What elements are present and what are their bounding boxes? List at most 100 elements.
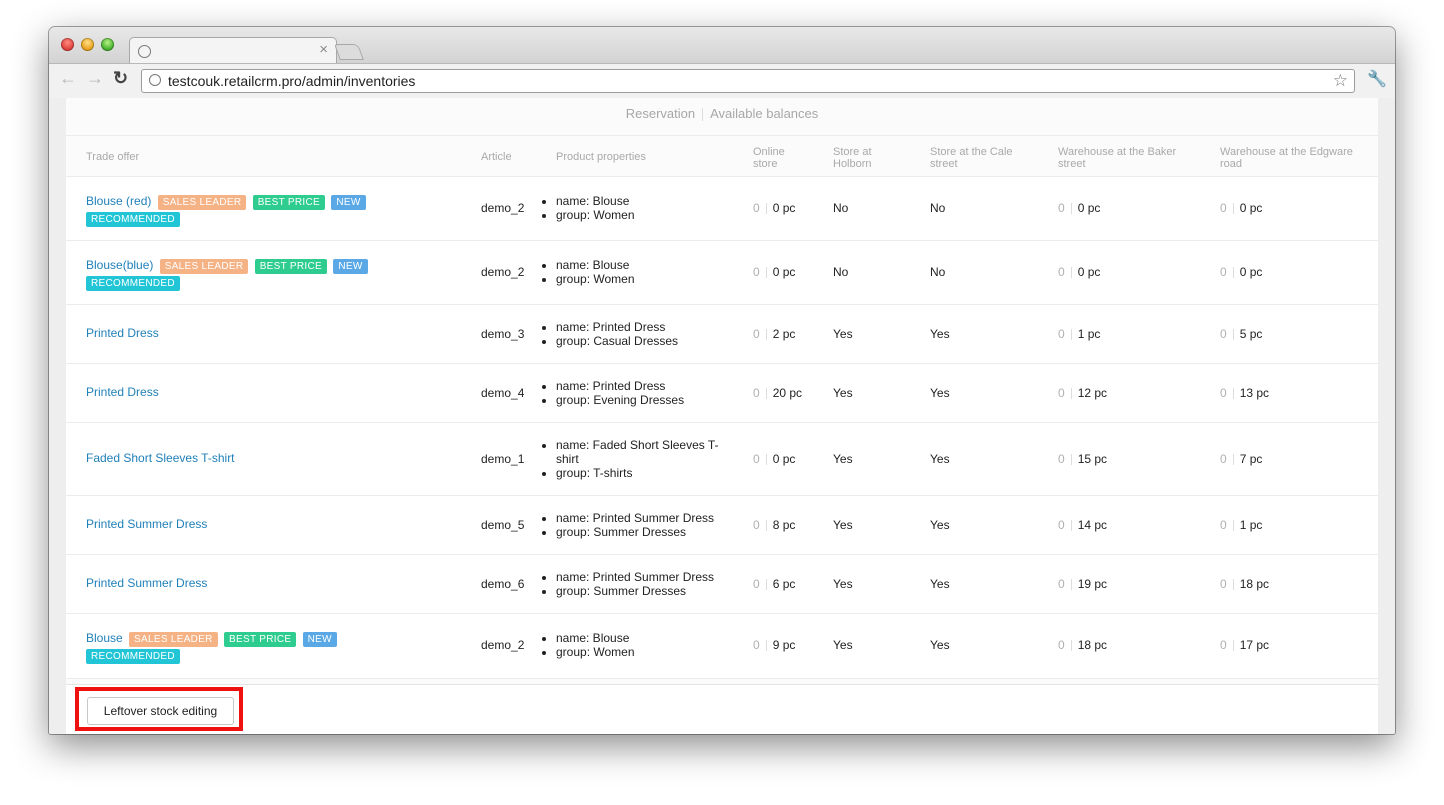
property-name: name: Printed Summer Dress (556, 570, 736, 584)
reserved-count: 0 (1058, 577, 1065, 591)
online-store-stock: 0 0 pc (753, 201, 795, 215)
holborn-availability: No (833, 265, 849, 279)
property-group: group: Summer Dresses (556, 525, 736, 539)
col-product-properties: Product properties (556, 151, 646, 163)
reserved-count: 0 (753, 518, 760, 532)
edgware-stock: 0 1 pc (1220, 518, 1262, 532)
online-store-stock: 0 8 pc (753, 518, 795, 532)
close-window-button[interactable] (61, 38, 74, 51)
trade-offer-link[interactable]: Blouse(blue) (86, 258, 153, 272)
table-row: Blouse(blue) SALES LEADER BEST PRICE NEW… (66, 241, 1378, 305)
available-count: 2 pc (772, 327, 796, 341)
product-properties: name: Printed Summer Dress group: Summer… (540, 570, 736, 598)
online-store-stock: 0 0 pc (753, 265, 795, 279)
table-row: Printed Dress demo_4 name: Printed Dress… (66, 364, 1378, 423)
reserved-count: 0 (1220, 452, 1227, 466)
reserved-count: 0 (1058, 518, 1065, 532)
trade-offer-link[interactable]: Faded Short Sleeves T-shirt (86, 451, 235, 465)
view-tabs: Reservation Available balances (66, 98, 1378, 136)
badge-recommended: RECOMMENDED (86, 276, 180, 291)
badge-best-price: BEST PRICE (224, 632, 297, 647)
edgware-stock: 0 13 pc (1220, 386, 1269, 400)
reserved-count: 0 (1058, 386, 1065, 400)
property-name: name: Blouse (556, 258, 736, 272)
property-group: group: Women (556, 645, 736, 659)
available-count: 19 pc (1077, 577, 1108, 591)
trade-offer-link[interactable]: Printed Summer Dress (86, 576, 207, 590)
available-count: 12 pc (1077, 386, 1108, 400)
reserved-count: 0 (1220, 638, 1227, 652)
available-count: 9 pc (772, 638, 796, 652)
baker-stock: 0 15 pc (1058, 452, 1107, 466)
table-row: Blouse SALES LEADER BEST PRICE NEW RECOM… (66, 614, 1378, 679)
available-count: 0 pc (1239, 265, 1263, 279)
reserved-count: 0 (1220, 327, 1227, 341)
reserved-count: 0 (1058, 638, 1065, 652)
reserved-count: 0 (1220, 518, 1227, 532)
property-name: name: Printed Dress (556, 320, 736, 334)
table-row: Printed Summer Dress demo_5 name: Printe… (66, 496, 1378, 555)
trade-offer-link[interactable]: Blouse (red) (86, 194, 151, 208)
table-row: Faded Short Sleeves T-shirt demo_1 name:… (66, 423, 1378, 496)
trade-offer-cell: Blouse(blue) SALES LEADER BEST PRICE NEW… (86, 257, 416, 291)
back-arrow-icon[interactable]: ← (59, 68, 77, 89)
online-store-stock: 0 2 pc (753, 327, 795, 341)
badge-recommended: RECOMMENDED (86, 212, 180, 227)
available-count: 6 pc (772, 577, 796, 591)
property-group: group: T-shirts (556, 466, 736, 480)
reserved-count: 0 (1058, 327, 1065, 341)
reserved-count: 0 (753, 201, 760, 215)
property-name: name: Printed Summer Dress (556, 511, 736, 525)
trade-offer-cell: Faded Short Sleeves T-shirt (86, 451, 235, 465)
col-online-store: Online store (753, 146, 785, 170)
property-name: name: Printed Dress (556, 379, 736, 393)
tab-reservation[interactable]: Reservation (626, 106, 695, 121)
table-row: Printed Dress demo_3 name: Printed Dress… (66, 305, 1378, 364)
trade-offer-link[interactable]: Printed Dress (86, 326, 159, 340)
reserved-count: 0 (753, 452, 760, 466)
trade-offer-link[interactable]: Printed Summer Dress (86, 517, 207, 531)
online-store-stock: 0 9 pc (753, 638, 795, 652)
col-trade-offer: Trade offer (86, 151, 140, 163)
tab-divider (702, 108, 704, 122)
new-tab-button[interactable] (334, 44, 364, 60)
reserved-count: 0 (753, 386, 760, 400)
available-count: 0 pc (772, 201, 796, 215)
property-group: group: Women (556, 272, 736, 286)
tab-available-balances[interactable]: Available balances (710, 106, 818, 121)
trade-offer-cell: Blouse (red) SALES LEADER BEST PRICE NEW… (86, 193, 416, 227)
tab-close-icon[interactable]: × (319, 41, 328, 58)
trade-offer-link[interactable]: Blouse (86, 631, 123, 645)
property-name: name: Faded Short Sleeves T-shirt (556, 438, 736, 466)
article-cell: demo_1 (481, 452, 525, 466)
wrench-icon[interactable]: 🔧 (1367, 69, 1387, 89)
product-properties: name: Printed Summer Dress group: Summer… (540, 511, 736, 539)
zoom-window-button[interactable] (101, 38, 114, 51)
trade-offer-cell: Blouse SALES LEADER BEST PRICE NEW RECOM… (86, 630, 416, 664)
title-bar: × (49, 27, 1395, 65)
available-count: 0 pc (772, 452, 796, 466)
table-header: Trade offer Article Product properties O… (66, 135, 1378, 177)
cale-availability: No (930, 265, 946, 279)
forward-arrow-icon[interactable]: → (86, 68, 104, 89)
trade-offer-cell: Printed Dress (86, 326, 159, 340)
cale-availability: Yes (930, 518, 950, 532)
browser-tab[interactable]: × (129, 37, 337, 65)
footer-bar: Leftover stock editing (66, 684, 1378, 734)
product-properties: name: Blouse group: Women (540, 258, 736, 286)
trade-offer-cell: Printed Dress (86, 385, 159, 399)
minimize-window-button[interactable] (81, 38, 94, 51)
trade-offer-link[interactable]: Printed Dress (86, 385, 159, 399)
available-count: 1 pc (1239, 518, 1263, 532)
globe-icon (149, 74, 161, 86)
available-count: 15 pc (1077, 452, 1108, 466)
available-count: 18 pc (1239, 577, 1270, 591)
leftover-stock-editing-button[interactable]: Leftover stock editing (87, 697, 234, 725)
edgware-stock: 0 0 pc (1220, 201, 1262, 215)
bookmark-star-icon[interactable]: ☆ (1333, 71, 1348, 91)
address-bar[interactable]: testcouk.retailcrm.pro/admin/inventories… (141, 69, 1355, 93)
reload-icon[interactable]: ↻ (113, 68, 128, 89)
available-count: 13 pc (1239, 386, 1270, 400)
article-cell: demo_3 (481, 327, 525, 341)
available-count: 18 pc (1077, 638, 1108, 652)
